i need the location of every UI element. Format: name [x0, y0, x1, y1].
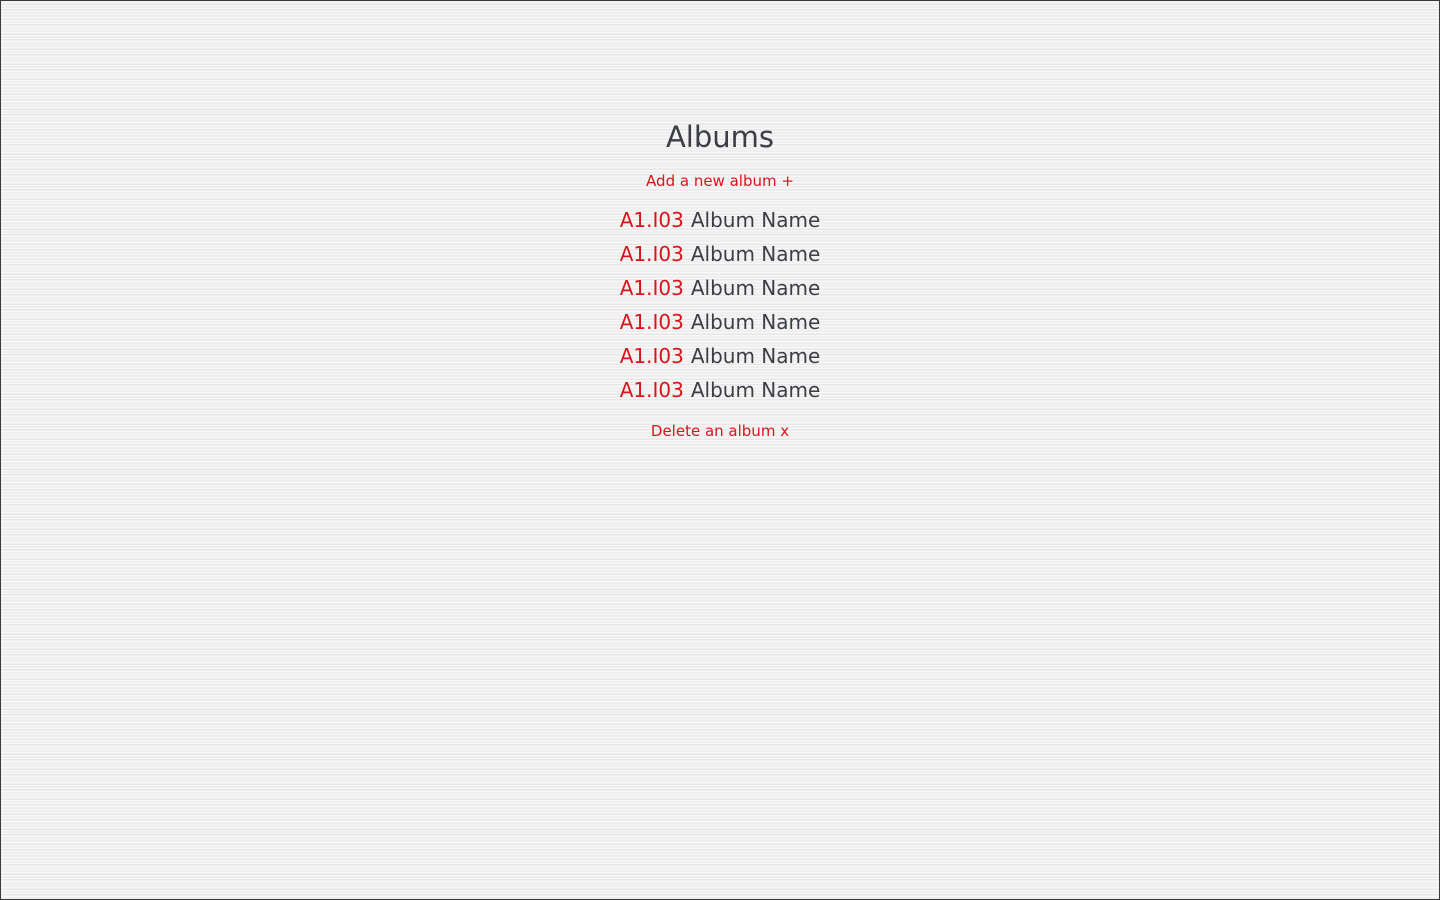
album-code: A1.I03	[619, 208, 684, 232]
album-name: Album Name	[690, 242, 821, 266]
album-item[interactable]: A1.I03 Album Name	[1, 339, 1439, 373]
album-name: Album Name	[690, 208, 821, 232]
album-code: A1.I03	[619, 276, 684, 300]
album-item[interactable]: A1.I03 Album Name	[1, 373, 1439, 407]
album-item[interactable]: A1.I03 Album Name	[1, 237, 1439, 271]
album-item[interactable]: A1.I03 Album Name	[1, 271, 1439, 305]
album-list: A1.I03 Album Name A1.I03 Album Name A1.I03…	[1, 203, 1439, 407]
album-name: Album Name	[690, 378, 821, 402]
add-album-link[interactable]: Add a new album +	[646, 171, 794, 191]
album-code: A1.I03	[619, 378, 684, 402]
album-name: Album Name	[690, 344, 821, 368]
delete-album-link[interactable]: Delete an album x	[651, 421, 789, 441]
album-name: Album Name	[690, 276, 821, 300]
albums-panel: Albums Add a new album + A1.I03 Album Nam…	[1, 117, 1439, 441]
album-item[interactable]: A1.I03 Album Name	[1, 305, 1439, 339]
album-code: A1.I03	[619, 344, 684, 368]
page-title: Albums	[665, 120, 775, 154]
album-item[interactable]: A1.I03 Album Name	[1, 203, 1439, 237]
album-code: A1.I03	[619, 242, 684, 266]
album-code: A1.I03	[619, 310, 684, 334]
page: Albums Add a new album + A1.I03 Album Nam…	[1, 1, 1439, 899]
album-name: Album Name	[690, 310, 821, 334]
